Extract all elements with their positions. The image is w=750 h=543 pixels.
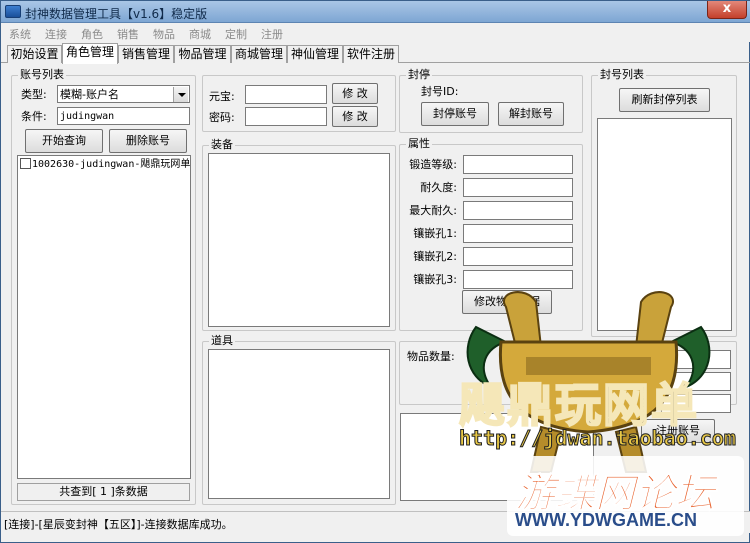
socket-1-input[interactable]	[463, 224, 573, 243]
max-durability-input[interactable]	[463, 201, 573, 220]
tab-role-management[interactable]: 角色管理	[62, 43, 118, 64]
item-count-input-1[interactable]	[661, 350, 731, 369]
ban-list-label: 封号列表	[598, 68, 646, 82]
max-durability-label: 最大耐久:	[409, 204, 457, 217]
result-count: 共查到[ 1 ]条数据	[17, 483, 190, 501]
watermark-url: http://jdwan.taobao.com	[459, 426, 737, 451]
socket-2-input[interactable]	[463, 247, 573, 266]
account-checkbox[interactable]	[20, 158, 31, 169]
socket-1-label: 镶嵌孔1:	[413, 227, 457, 240]
menu-mall[interactable]: 商城	[189, 26, 211, 42]
ban-id-label: 封号ID:	[421, 85, 459, 98]
account-list-label: 账号列表	[18, 68, 66, 82]
menu-register[interactable]: 注册	[261, 26, 283, 42]
ban-label: 封停	[406, 68, 432, 82]
forge-level-input[interactable]	[463, 155, 573, 174]
menu-custom[interactable]: 定制	[225, 26, 247, 42]
start-query-button[interactable]: 开始查询	[25, 129, 103, 153]
tab-mall-management[interactable]: 商城管理	[231, 45, 287, 63]
props-label: 道具	[209, 334, 235, 348]
socket-3-input[interactable]	[463, 270, 573, 289]
tab-software-register[interactable]: 软件注册	[343, 45, 399, 63]
account-listbox[interactable]: 1002630-judingwan-飓鼎玩网单	[17, 155, 191, 479]
refresh-ban-list-button[interactable]: 刷新封停列表	[619, 88, 710, 112]
equipment-listbox[interactable]	[208, 153, 390, 327]
menu-sales[interactable]: 销售	[117, 26, 139, 42]
ban-listbox[interactable]	[597, 118, 732, 331]
window-title: 封神数据管理工具【v1.6】稳定版	[25, 7, 208, 21]
tab-item-management[interactable]: 物品管理	[174, 45, 231, 63]
modify-password-button[interactable]: 修 改	[332, 106, 378, 127]
account-item-text: 1002630-judingwan-飓鼎玩网单	[32, 159, 191, 170]
equipment-label: 装备	[209, 138, 235, 152]
watermark-site-url: WWW.YDWGAME.CN	[515, 510, 697, 530]
chevron-down-icon[interactable]	[173, 87, 188, 102]
durability-input[interactable]	[463, 178, 573, 197]
main-window: 封神数据管理工具【v1.6】稳定版 x 系统 连接 角色 销售 物品 商城 定制…	[0, 0, 750, 543]
delete-account-button[interactable]: 删除账号	[109, 129, 187, 153]
tab-bar: 初始设置 角色管理 销售管理 物品管理 商城管理 神仙管理 软件注册	[1, 43, 750, 64]
ban-account-button[interactable]: 封停账号	[421, 102, 489, 126]
unban-account-button[interactable]: 解封账号	[498, 102, 564, 126]
modify-item-data-button[interactable]: 修改物品数据	[462, 290, 552, 314]
condition-input[interactable]: judingwan	[57, 107, 190, 125]
menu-role[interactable]: 角色	[81, 26, 103, 42]
tab-initial-settings[interactable]: 初始设置	[7, 45, 62, 63]
close-button[interactable]: x	[707, 1, 747, 19]
condition-label: 条件:	[21, 110, 47, 123]
menu-bar: 系统 连接 角色 销售 物品 商城 定制 注册	[1, 23, 750, 42]
menu-connect[interactable]: 连接	[45, 26, 67, 42]
type-select[interactable]: 模糊-账户名	[57, 85, 190, 103]
socket-3-label: 镶嵌孔3:	[413, 273, 457, 286]
menu-items[interactable]: 物品	[153, 26, 175, 42]
status-text: [连接]-[星辰变封神【五区】]-连接数据库成功。	[4, 518, 233, 531]
yuanbao-input[interactable]	[245, 85, 327, 104]
attributes-label: 属性	[406, 137, 432, 151]
item-count-label: 物品数量:	[407, 350, 455, 363]
menu-system[interactable]: 系统	[9, 26, 31, 42]
yuanbao-label: 元宝:	[209, 90, 235, 103]
forge-level-label: 锻造等级:	[409, 158, 457, 171]
tab-sales-management[interactable]: 销售管理	[118, 45, 174, 63]
password-input[interactable]	[245, 107, 327, 126]
modify-yuanbao-button[interactable]: 修 改	[332, 83, 378, 104]
tab-immortal-management[interactable]: 神仙管理	[287, 45, 343, 63]
type-select-value: 模糊-账户名	[60, 88, 119, 101]
socket-2-label: 镶嵌孔2:	[413, 250, 457, 263]
app-icon	[5, 5, 21, 18]
props-listbox[interactable]	[208, 349, 390, 499]
type-label: 类型:	[21, 88, 47, 101]
list-item[interactable]: 1002630-judingwan-飓鼎玩网单	[20, 158, 190, 171]
durability-label: 耐久度:	[420, 181, 457, 194]
title-bar[interactable]: 封神数据管理工具【v1.6】稳定版 x	[1, 1, 750, 23]
password-label: 密码:	[209, 111, 235, 124]
